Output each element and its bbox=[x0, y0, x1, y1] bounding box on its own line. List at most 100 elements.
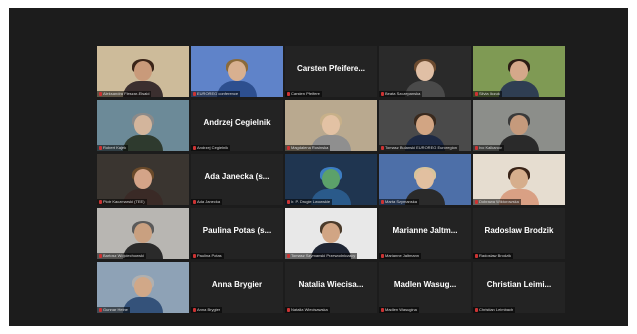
participant-name-text: Magdalena Rosinska bbox=[291, 145, 329, 150]
participant-video-tile[interactable]: Marta Szymanska bbox=[379, 154, 471, 205]
participant-display-name: Marianne Jaltm... bbox=[392, 226, 458, 235]
participant-name-text: Anna Brygier bbox=[197, 307, 221, 312]
participant-video-tile[interactable]: Piotr Kaczmarski (TEE) bbox=[97, 154, 189, 205]
participant-name-tile[interactable]: Natalia Wiecisa... Natalia Wiecisawska bbox=[285, 262, 377, 313]
participant-video-tile[interactable]: Silvia Ilczuk bbox=[473, 46, 565, 97]
participant-name-tile[interactable]: Madlen Wasug... Madlen Wasugina bbox=[379, 262, 471, 313]
participant-name-text: Madlen Wasugina bbox=[385, 307, 417, 312]
participant-display-name: Anna Brygier bbox=[211, 280, 263, 289]
participant-video-tile[interactable]: Bartosz Wojciechowski bbox=[97, 208, 189, 259]
participant-name-text: Tomasz Szymanski Przewodniczacy bbox=[291, 253, 356, 258]
participant-name-label: Andrzej Cegielnik bbox=[191, 145, 231, 151]
participant-video-tile[interactable]: Magdalena Rosinska bbox=[285, 100, 377, 151]
participant-display-name: Paulina Potas (s... bbox=[202, 226, 272, 235]
participant-name-label: Natalia Wiecisawska bbox=[285, 307, 330, 313]
participant-name-tile[interactable]: Christian Leimi... Christian Leimbach bbox=[473, 262, 565, 313]
participant-video-tile[interactable]: Aleksandra Fleszar-Elsaid bbox=[97, 46, 189, 97]
participant-name-label: Dobrawa Wiktorowska bbox=[473, 199, 521, 205]
muted-mic-icon bbox=[99, 91, 102, 96]
muted-mic-icon bbox=[475, 91, 478, 96]
participant-name-text: Radoslaw Brodzik bbox=[479, 253, 512, 258]
participant-display-name: Carsten Pfeifere... bbox=[296, 64, 366, 73]
participant-name-text: Aleksandra Fleszar-Elsaid bbox=[103, 91, 150, 96]
participant-name-tile[interactable]: Radoslaw Brodzik Radoslaw Brodzik bbox=[473, 208, 565, 259]
participant-display-name: Natalia Wiecisa... bbox=[298, 280, 364, 289]
muted-mic-icon bbox=[381, 199, 384, 204]
participant-name-label: Christian Leimbach bbox=[473, 307, 516, 313]
participant-name-text: EUROREG conference bbox=[197, 91, 239, 96]
participant-display-name: Madlen Wasug... bbox=[393, 280, 457, 289]
participant-name-text: Carsten Pfeifere bbox=[291, 91, 320, 96]
participant-name-text: Dobrawa Wiktorowska bbox=[479, 199, 519, 204]
muted-mic-icon bbox=[193, 253, 196, 258]
muted-mic-icon bbox=[475, 199, 478, 204]
participant-name-tile[interactable]: Carsten Pfeifere... Carsten Pfeifere bbox=[285, 46, 377, 97]
muted-mic-icon bbox=[287, 199, 290, 204]
participant-silhouette bbox=[497, 59, 541, 97]
participant-name-label: Ada Janecka bbox=[191, 199, 223, 205]
participant-name-tile[interactable]: Ada Janecka (s... Ada Janecka bbox=[191, 154, 283, 205]
participant-video-tile[interactable]: Gunnar Heine bbox=[97, 262, 189, 313]
gallery-grid: Aleksandra Fleszar-Elsaid EUROREG confere… bbox=[97, 46, 565, 313]
participant-name-text: Andrzej Cegielnik bbox=[197, 145, 229, 150]
participant-name-label: Paulina Potas bbox=[191, 253, 224, 259]
meeting-window: Aleksandra Fleszar-Elsaid EUROREG confere… bbox=[9, 8, 628, 326]
participant-name-text: Ivo Kalkanov bbox=[479, 145, 502, 150]
participant-name-text: Gunnar Heine bbox=[103, 307, 128, 312]
participant-name-label: Gunnar Heine bbox=[97, 307, 130, 313]
participant-display-name: Andrzej Cegielnik bbox=[203, 118, 271, 127]
muted-mic-icon bbox=[381, 307, 384, 312]
participant-name-tile[interactable]: Andrzej Cegielnik Andrzej Cegielnik bbox=[191, 100, 283, 151]
participant-name-label: Tomasz Bulanski EUROREG Euroregion bbox=[379, 145, 460, 151]
muted-mic-icon bbox=[99, 199, 102, 204]
muted-mic-icon bbox=[381, 253, 384, 258]
participant-name-text: Ada Janecka bbox=[197, 199, 221, 204]
participant-name-label: Robert Kajek bbox=[97, 145, 129, 151]
participant-name-text: Bartosz Wojciechowski bbox=[103, 253, 144, 258]
participant-video-tile[interactable]: Dobrawa Wiktorowska bbox=[473, 154, 565, 205]
participant-name-tile[interactable]: Anna Brygier Anna Brygier bbox=[191, 262, 283, 313]
participant-video-tile[interactable]: Ivo Kalkanov bbox=[473, 100, 565, 151]
participant-name-label: Marianne Jaltmann bbox=[379, 253, 422, 259]
participant-name-text: Piotr Kaczmarski (TEE) bbox=[103, 199, 145, 204]
participant-display-name: Christian Leimi... bbox=[486, 280, 552, 289]
participant-name-label: Carsten Pfeifere bbox=[285, 91, 322, 97]
participant-name-text: Natalia Wiecisawska bbox=[291, 307, 328, 312]
participant-name-tile[interactable]: Paulina Potas (s... Paulina Potas bbox=[191, 208, 283, 259]
participant-name-label: Aleksandra Fleszar-Elsaid bbox=[97, 91, 152, 97]
muted-mic-icon bbox=[287, 307, 290, 312]
muted-mic-icon bbox=[287, 145, 290, 150]
participant-name-label: EUROREG conference bbox=[191, 91, 241, 97]
participant-name-text: Tomasz Bulanski EUROREG Euroregion bbox=[385, 145, 458, 150]
participant-video-tile[interactable]: Beata Szczepanska bbox=[379, 46, 471, 97]
muted-mic-icon bbox=[193, 307, 196, 312]
participant-name-label: Magdalena Rosinska bbox=[285, 145, 331, 151]
muted-mic-icon bbox=[475, 253, 478, 258]
muted-mic-icon bbox=[381, 145, 384, 150]
participant-video-tile[interactable]: Tomasz Bulanski EUROREG Euroregion bbox=[379, 100, 471, 151]
participant-name-text: Marianne Jaltmann bbox=[385, 253, 420, 258]
participant-video-tile[interactable]: EUROREG conference bbox=[191, 46, 283, 97]
participant-name-label: Anna Brygier bbox=[191, 307, 223, 313]
participant-name-label: Bartosz Wojciechowski bbox=[97, 253, 146, 259]
muted-mic-icon bbox=[99, 145, 102, 150]
participant-video-tile[interactable]: Ir. P. Drugie Lwowskie bbox=[285, 154, 377, 205]
participant-name-tile[interactable]: Marianne Jaltm... Marianne Jaltmann bbox=[379, 208, 471, 259]
muted-mic-icon bbox=[381, 91, 384, 96]
participant-name-text: Marta Szymanska bbox=[385, 199, 418, 204]
participant-name-text: Robert Kajek bbox=[103, 145, 127, 150]
participant-display-name: Ada Janecka (s... bbox=[204, 172, 270, 181]
participant-name-label: Radoslaw Brodzik bbox=[473, 253, 514, 259]
muted-mic-icon bbox=[287, 253, 290, 258]
participant-name-label: Madlen Wasugina bbox=[379, 307, 419, 313]
muted-mic-icon bbox=[99, 253, 102, 258]
participant-name-text: Paulina Potas bbox=[197, 253, 222, 258]
participant-name-text: Ir. P. Drugie Lwowskie bbox=[291, 199, 331, 204]
participant-video-tile[interactable]: Tomasz Szymanski Przewodniczacy bbox=[285, 208, 377, 259]
muted-mic-icon bbox=[287, 91, 290, 96]
participant-name-text: Christian Leimbach bbox=[479, 307, 514, 312]
participant-name-label: Tomasz Szymanski Przewodniczacy bbox=[285, 253, 358, 259]
participant-name-text: Silvia Ilczuk bbox=[479, 91, 500, 96]
participant-name-label: Beata Szczepanska bbox=[379, 91, 423, 97]
participant-video-tile[interactable]: Robert Kajek bbox=[97, 100, 189, 151]
